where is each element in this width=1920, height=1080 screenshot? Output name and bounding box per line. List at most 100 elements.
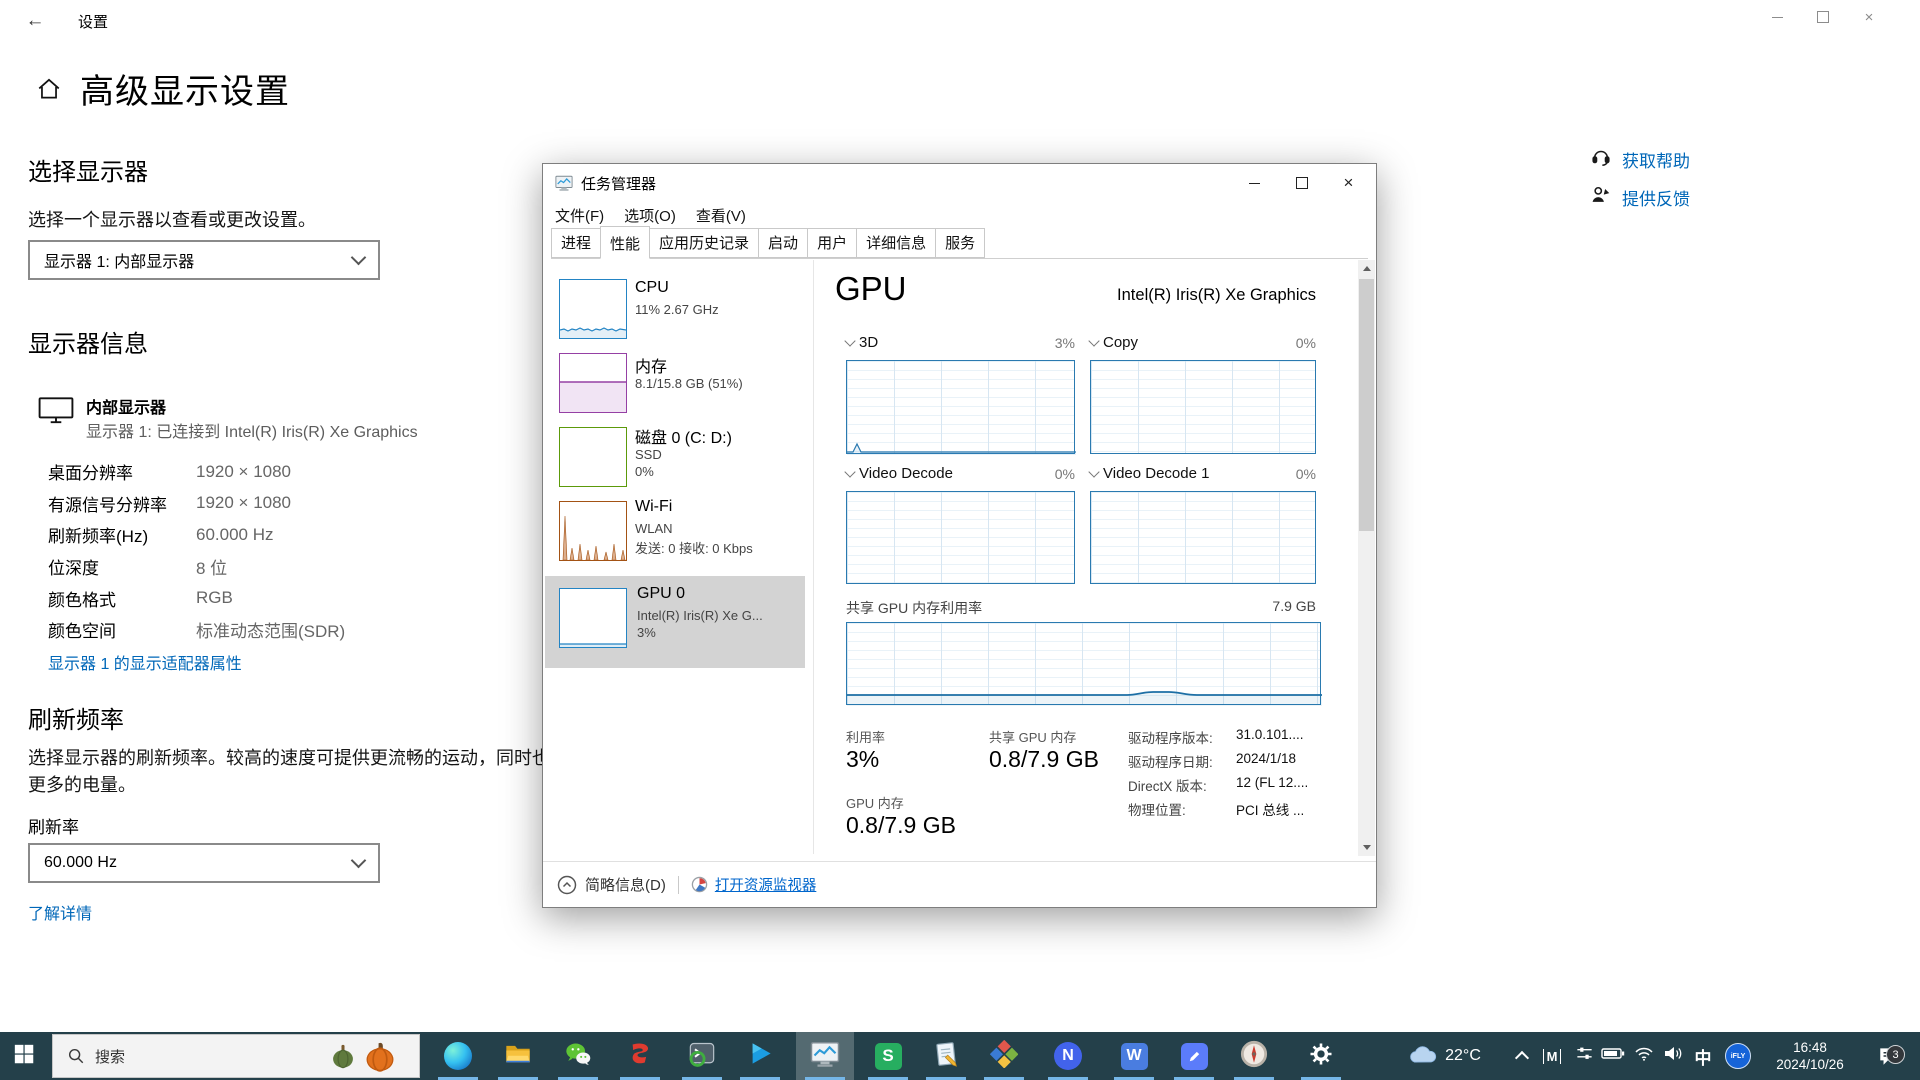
task-manager-icon <box>810 1039 840 1074</box>
tab-users[interactable]: 用户 <box>807 228 857 258</box>
open-resource-monitor-link[interactable]: 打开资源监视器 <box>715 874 817 895</box>
taskbar-app-red[interactable] <box>616 1032 664 1080</box>
scroll-down-arrow[interactable] <box>1358 839 1375 856</box>
tray-show-hidden-icons[interactable] <box>1508 1032 1536 1080</box>
perf-item-wifi[interactable]: Wi-Fi WLAN 发送: 0 接收: 0 Kbps <box>543 496 805 568</box>
display-name: 内部显示器 <box>86 394 166 418</box>
back-button[interactable]: ← <box>14 6 56 36</box>
wps-diamond-icon <box>990 1040 1018 1073</box>
adapter-properties-link[interactable]: 显示器 1 的显示适配器属性 <box>48 650 242 674</box>
search-input[interactable]: 搜索 <box>52 1034 420 1078</box>
perf-item-cpu[interactable]: CPU 11% 2.67 GHz <box>543 274 805 346</box>
refresh-description-line1: 选择显示器的刷新频率。较高的速度可提供更流畅的运动，同时也 <box>28 744 550 770</box>
taskbar-app-compass[interactable] <box>1230 1032 1278 1080</box>
tray-mixer[interactable] <box>1570 1032 1598 1080</box>
notification-center-button[interactable]: 3 <box>1866 1032 1912 1080</box>
refresh-rate-dropdown[interactable]: 60.000 Hz <box>28 843 380 883</box>
taskbar-app-media-player[interactable] <box>736 1032 784 1080</box>
taskbar-app-settings[interactable] <box>1297 1032 1345 1080</box>
taskbar-app-green-s[interactable]: S <box>864 1032 912 1080</box>
wechat-icon <box>564 1040 592 1073</box>
learn-more-link[interactable]: 了解详情 <box>28 900 92 924</box>
perf-item-memory[interactable]: 内存 8.1/15.8 GB (51%) <box>543 348 805 420</box>
tray-speaker[interactable] <box>1659 1032 1687 1080</box>
perf-item-gpu[interactable]: GPU 0 Intel(R) Iris(R) Xe G... 3% <box>545 576 805 668</box>
settings-minimize-button[interactable] <box>1754 0 1800 34</box>
settings-app-title: 设置 <box>78 11 108 32</box>
collapse-circle-icon[interactable] <box>557 875 577 895</box>
tab-app-history[interactable]: 应用历史记录 <box>649 228 759 258</box>
table-row: 位深度8 位 <box>48 551 345 583</box>
back-arrow-icon: ← <box>26 10 45 32</box>
taskbar-app-edge[interactable] <box>434 1032 482 1080</box>
tab-services[interactable]: 服务 <box>935 228 985 258</box>
close-icon: × <box>1865 9 1874 26</box>
running-indicator <box>620 1077 660 1080</box>
chart-label-video-decode[interactable]: Video Decode <box>846 465 953 482</box>
tab-startup[interactable]: 启动 <box>758 228 808 258</box>
tm-maximize-button[interactable] <box>1278 164 1325 202</box>
gpu-name: Intel(R) Iris(R) Xe G... <box>637 608 763 623</box>
tm-close-button[interactable]: × <box>1325 164 1372 202</box>
tab-performance[interactable]: 性能 <box>600 226 650 259</box>
scrollbar[interactable] <box>1358 260 1375 856</box>
feedback-row[interactable]: 提供反馈 <box>1590 184 1690 211</box>
taskbar-app-pen[interactable] <box>1170 1032 1218 1080</box>
task-manager-menubar: 文件(F) 选项(O) 查看(V) <box>545 202 756 228</box>
chevron-up-icon <box>1515 1051 1529 1065</box>
tray-wifi[interactable] <box>1630 1032 1658 1080</box>
refresh-rate-value: 60.000 Hz <box>44 854 117 872</box>
disk-mini-chart <box>559 427 627 487</box>
display-info-heading: 显示器信息 <box>28 324 148 359</box>
scrollbar-thumb[interactable] <box>1359 279 1374 531</box>
taskbar-app-task-manager[interactable] <box>796 1032 854 1080</box>
chart-label-3d[interactable]: 3D <box>846 334 878 351</box>
tray-m-indicator[interactable]: M <box>1538 1032 1566 1080</box>
gear-icon <box>1308 1041 1334 1072</box>
gpu-usage: 3% <box>637 625 656 640</box>
taskbar-app-terminal[interactable] <box>678 1032 726 1080</box>
tm-minimize-button[interactable] <box>1231 164 1278 202</box>
taskbar-app-wechat[interactable] <box>554 1032 602 1080</box>
gpu-mem-value: 0.8/7.9 GB <box>846 812 956 839</box>
menu-options[interactable]: 选项(O) <box>614 202 686 228</box>
chart-label-video-decode-1[interactable]: Video Decode 1 <box>1090 465 1209 482</box>
tab-processes[interactable]: 进程 <box>551 228 601 258</box>
taskbar-app-wps[interactable] <box>980 1032 1028 1080</box>
task-manager-window: 任务管理器 × 文件(F) 选项(O) 查看(V) 进程 性能 应用历史记录 启… <box>542 163 1377 908</box>
tab-details[interactable]: 详细信息 <box>856 228 936 258</box>
perf-item-disk[interactable]: 磁盘 0 (C: D:) SSD 0% <box>543 422 805 494</box>
tray-battery[interactable] <box>1598 1032 1628 1080</box>
tray-ifly[interactable]: iFLY <box>1722 1032 1754 1080</box>
weather-widget[interactable]: 22°C <box>1390 1032 1498 1080</box>
driver-row-label: 物理位置: <box>1128 799 1236 823</box>
taskbar-app-n-circle[interactable]: N <box>1044 1032 1092 1080</box>
fewer-details-toggle[interactable]: 简略信息(D) <box>585 874 666 895</box>
pumpkin-icon-green[interactable] <box>329 1042 357 1070</box>
pumpkin-icon-orange[interactable] <box>363 1039 397 1073</box>
tray-clock[interactable]: 16:48 2024/10/26 <box>1758 1032 1862 1080</box>
display-select-dropdown[interactable]: 显示器 1: 内部显示器 <box>28 240 380 280</box>
get-help-row[interactable]: 获取帮助 <box>1590 146 1690 173</box>
scroll-up-arrow[interactable] <box>1358 260 1375 277</box>
feedback-icon <box>1590 184 1612 211</box>
shared-memory-chart-max: 7.9 GB <box>1216 598 1316 614</box>
settings-close-button[interactable]: × <box>1846 0 1892 34</box>
settings-maximize-button[interactable] <box>1800 0 1846 34</box>
taskbar-app-file-explorer[interactable] <box>494 1032 542 1080</box>
memory-stats: 8.1/15.8 GB (51%) <box>635 376 743 391</box>
taskbar-app-notepad[interactable] <box>922 1032 970 1080</box>
running-indicator <box>1174 1077 1214 1080</box>
task-manager-titlebar[interactable]: 任务管理器 × <box>543 164 1376 202</box>
chevron-down-icon <box>351 250 367 266</box>
start-button[interactable] <box>0 1032 48 1080</box>
taskbar-app-word[interactable]: W <box>1110 1032 1158 1080</box>
refresh-heading: 刷新频率 <box>28 700 124 735</box>
chart-label-copy[interactable]: Copy <box>1090 334 1138 351</box>
tray-ime-indicator[interactable]: 中 <box>1688 1032 1718 1080</box>
menu-view[interactable]: 查看(V) <box>686 202 756 228</box>
running-indicator <box>558 1077 598 1080</box>
minimize-icon <box>1772 17 1783 18</box>
driver-row-label: 驱动程序日期: <box>1128 751 1236 775</box>
menu-file[interactable]: 文件(F) <box>545 202 614 228</box>
